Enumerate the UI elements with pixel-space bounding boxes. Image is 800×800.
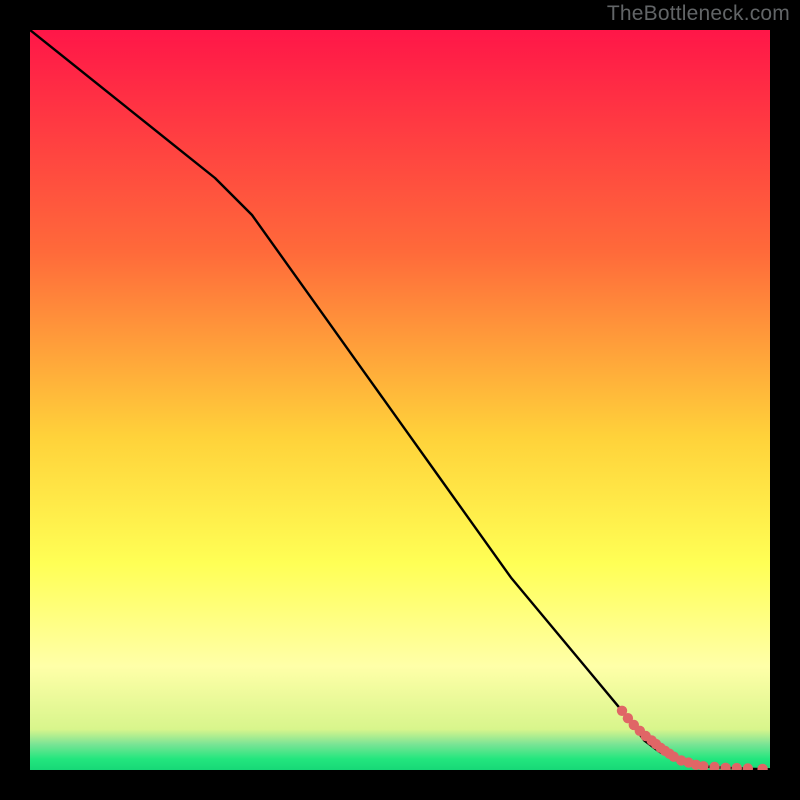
chart-frame: TheBottleneck.com [0, 0, 800, 800]
gradient-rect [30, 30, 770, 770]
watermark-text: TheBottleneck.com [607, 2, 790, 26]
chart-plot [30, 30, 770, 770]
